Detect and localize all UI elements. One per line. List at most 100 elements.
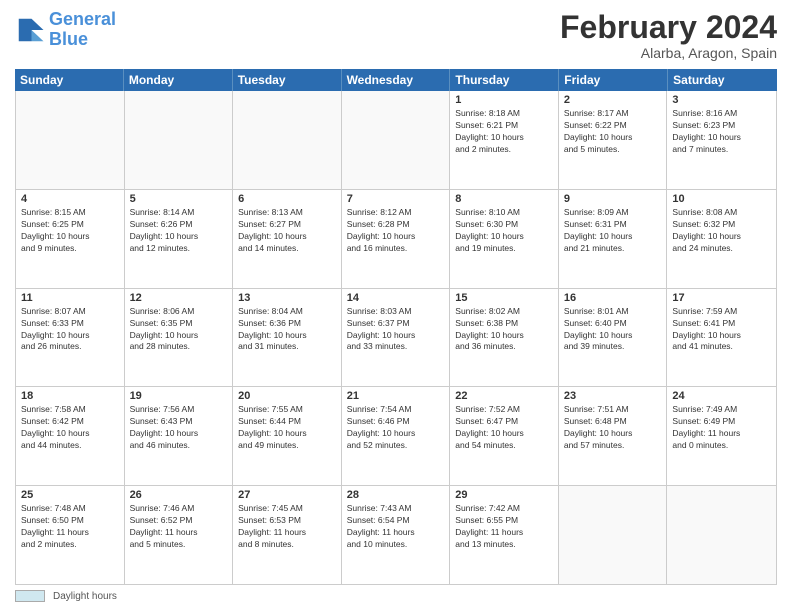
day-number: 17 bbox=[672, 292, 771, 304]
day-number: 24 bbox=[672, 390, 771, 402]
calendar-cell bbox=[125, 91, 234, 189]
logo-line2: Blue bbox=[49, 29, 88, 49]
header-cell-saturday: Saturday bbox=[668, 69, 777, 91]
day-info: Sunrise: 7:46 AM Sunset: 6:52 PM Dayligh… bbox=[130, 503, 228, 551]
calendar-row-1: 1Sunrise: 8:18 AM Sunset: 6:21 PM Daylig… bbox=[16, 91, 776, 190]
page: General Blue February 2024 Alarba, Arago… bbox=[0, 0, 792, 612]
day-info: Sunrise: 8:14 AM Sunset: 6:26 PM Dayligh… bbox=[130, 207, 228, 255]
legend-box bbox=[15, 590, 45, 602]
day-number: 16 bbox=[564, 292, 662, 304]
calendar-row-2: 4Sunrise: 8:15 AM Sunset: 6:25 PM Daylig… bbox=[16, 190, 776, 289]
day-number: 21 bbox=[347, 390, 445, 402]
day-number: 1 bbox=[455, 94, 553, 106]
day-number: 8 bbox=[455, 193, 553, 205]
day-number: 15 bbox=[455, 292, 553, 304]
calendar-row-4: 18Sunrise: 7:58 AM Sunset: 6:42 PM Dayli… bbox=[16, 387, 776, 486]
day-number: 10 bbox=[672, 193, 771, 205]
calendar-cell: 4Sunrise: 8:15 AM Sunset: 6:25 PM Daylig… bbox=[16, 190, 125, 288]
day-number: 7 bbox=[347, 193, 445, 205]
day-number: 3 bbox=[672, 94, 771, 106]
day-number: 19 bbox=[130, 390, 228, 402]
calendar-cell: 17 Sunrise: 7:59 AM Sunset: 6:41 PM Dayli… bbox=[667, 289, 776, 387]
day-number: 26 bbox=[130, 489, 228, 501]
calendar-cell: 16 Sunrise: 8:01 AM Sunset: 6:40 PM Dayli… bbox=[559, 289, 668, 387]
header-cell-monday: Monday bbox=[124, 69, 233, 91]
calendar-cell bbox=[667, 486, 776, 584]
calendar: SundayMondayTuesdayWednesdayThursdayFrid… bbox=[15, 69, 777, 585]
calendar-cell bbox=[342, 91, 451, 189]
day-number: 2 bbox=[564, 94, 662, 106]
day-info: Sunrise: 8:01 AM Sunset: 6:40 PM Dayligh… bbox=[564, 306, 662, 354]
calendar-cell: 3 Sunrise: 8:16 AM Sunset: 6:23 PM Daylig… bbox=[667, 91, 776, 189]
logo-icon bbox=[15, 15, 45, 45]
day-info: Sunrise: 8:06 AM Sunset: 6:35 PM Dayligh… bbox=[130, 306, 228, 354]
day-info: Sunrise: 8:17 AM Sunset: 6:22 PM Dayligh… bbox=[564, 108, 662, 156]
calendar-cell: 14Sunrise: 8:03 AM Sunset: 6:37 PM Dayli… bbox=[342, 289, 451, 387]
calendar-cell: 5 Sunrise: 8:14 AM Sunset: 6:26 PM Daylig… bbox=[125, 190, 234, 288]
calendar-cell: 27Sunrise: 7:45 AM Sunset: 6:53 PM Dayli… bbox=[233, 486, 342, 584]
calendar-cell: 6 Sunrise: 8:13 AM Sunset: 6:27 PM Daylig… bbox=[233, 190, 342, 288]
header: General Blue February 2024 Alarba, Arago… bbox=[15, 10, 777, 61]
day-info: Sunrise: 7:54 AM Sunset: 6:46 PM Dayligh… bbox=[347, 404, 445, 452]
title-block: February 2024 Alarba, Aragon, Spain bbox=[560, 10, 777, 61]
day-info: Sunrise: 8:12 AM Sunset: 6:28 PM Dayligh… bbox=[347, 207, 445, 255]
calendar-cell: 24 Sunrise: 7:49 AM Sunset: 6:49 PM Dayli… bbox=[667, 387, 776, 485]
header-cell-friday: Friday bbox=[559, 69, 668, 91]
legend-label: Daylight hours bbox=[53, 591, 117, 602]
day-info: Sunrise: 7:55 AM Sunset: 6:44 PM Dayligh… bbox=[238, 404, 336, 452]
calendar-cell: 25 Sunrise: 7:48 AM Sunset: 6:50 PM Dayli… bbox=[16, 486, 125, 584]
day-number: 28 bbox=[347, 489, 445, 501]
calendar-cell: 19Sunrise: 7:56 AM Sunset: 6:43 PM Dayli… bbox=[125, 387, 234, 485]
day-info: Sunrise: 7:49 AM Sunset: 6:49 PM Dayligh… bbox=[672, 404, 771, 452]
logo: General Blue bbox=[15, 10, 116, 50]
day-info: Sunrise: 7:43 AM Sunset: 6:54 PM Dayligh… bbox=[347, 503, 445, 551]
day-info: Sunrise: 7:52 AM Sunset: 6:47 PM Dayligh… bbox=[455, 404, 553, 452]
day-info: Sunrise: 8:02 AM Sunset: 6:38 PM Dayligh… bbox=[455, 306, 553, 354]
logo-text: General Blue bbox=[49, 10, 116, 50]
day-info: Sunrise: 8:09 AM Sunset: 6:31 PM Dayligh… bbox=[564, 207, 662, 255]
calendar-cell: 12 Sunrise: 8:06 AM Sunset: 6:35 PM Dayli… bbox=[125, 289, 234, 387]
day-number: 4 bbox=[21, 193, 119, 205]
calendar-cell: 8 Sunrise: 8:10 AM Sunset: 6:30 PM Daylig… bbox=[450, 190, 559, 288]
logo-line1: General bbox=[49, 9, 116, 29]
sub-title: Alarba, Aragon, Spain bbox=[560, 45, 777, 61]
day-info: Sunrise: 7:42 AM Sunset: 6:55 PM Dayligh… bbox=[455, 503, 553, 551]
calendar-cell: 15 Sunrise: 8:02 AM Sunset: 6:38 PM Dayli… bbox=[450, 289, 559, 387]
calendar-cell: 13Sunrise: 8:04 AM Sunset: 6:36 PM Dayli… bbox=[233, 289, 342, 387]
header-cell-wednesday: Wednesday bbox=[342, 69, 451, 91]
day-info: Sunrise: 7:45 AM Sunset: 6:53 PM Dayligh… bbox=[238, 503, 336, 551]
header-cell-tuesday: Tuesday bbox=[233, 69, 342, 91]
day-info: Sunrise: 7:58 AM Sunset: 6:42 PM Dayligh… bbox=[21, 404, 119, 452]
calendar-cell: 21 Sunrise: 7:54 AM Sunset: 6:46 PM Dayli… bbox=[342, 387, 451, 485]
calendar-cell: 26 Sunrise: 7:46 AM Sunset: 6:52 PM Dayli… bbox=[125, 486, 234, 584]
header-cell-thursday: Thursday bbox=[450, 69, 559, 91]
calendar-cell: 22Sunrise: 7:52 AM Sunset: 6:47 PM Dayli… bbox=[450, 387, 559, 485]
calendar-cell: 10 Sunrise: 8:08 AM Sunset: 6:32 PM Dayli… bbox=[667, 190, 776, 288]
calendar-header: SundayMondayTuesdayWednesdayThursdayFrid… bbox=[15, 69, 777, 91]
calendar-cell bbox=[233, 91, 342, 189]
day-number: 12 bbox=[130, 292, 228, 304]
day-number: 23 bbox=[564, 390, 662, 402]
main-title: February 2024 bbox=[560, 10, 777, 45]
day-info: Sunrise: 8:13 AM Sunset: 6:27 PM Dayligh… bbox=[238, 207, 336, 255]
day-info: Sunrise: 7:51 AM Sunset: 6:48 PM Dayligh… bbox=[564, 404, 662, 452]
day-number: 25 bbox=[21, 489, 119, 501]
day-info: Sunrise: 8:10 AM Sunset: 6:30 PM Dayligh… bbox=[455, 207, 553, 255]
calendar-cell: 28 Sunrise: 7:43 AM Sunset: 6:54 PM Dayli… bbox=[342, 486, 451, 584]
day-number: 9 bbox=[564, 193, 662, 205]
day-info: Sunrise: 8:08 AM Sunset: 6:32 PM Dayligh… bbox=[672, 207, 771, 255]
calendar-cell: 23 Sunrise: 7:51 AM Sunset: 6:48 PM Dayli… bbox=[559, 387, 668, 485]
day-info: Sunrise: 8:16 AM Sunset: 6:23 PM Dayligh… bbox=[672, 108, 771, 156]
day-number: 6 bbox=[238, 193, 336, 205]
day-number: 20 bbox=[238, 390, 336, 402]
day-info: Sunrise: 7:59 AM Sunset: 6:41 PM Dayligh… bbox=[672, 306, 771, 354]
day-number: 11 bbox=[21, 292, 119, 304]
day-number: 13 bbox=[238, 292, 336, 304]
calendar-cell bbox=[16, 91, 125, 189]
day-number: 14 bbox=[347, 292, 445, 304]
day-info: Sunrise: 7:48 AM Sunset: 6:50 PM Dayligh… bbox=[21, 503, 119, 551]
day-info: Sunrise: 8:07 AM Sunset: 6:33 PM Dayligh… bbox=[21, 306, 119, 354]
calendar-cell: 29Sunrise: 7:42 AM Sunset: 6:55 PM Dayli… bbox=[450, 486, 559, 584]
calendar-row-5: 25 Sunrise: 7:48 AM Sunset: 6:50 PM Dayli… bbox=[16, 486, 776, 584]
day-number: 5 bbox=[130, 193, 228, 205]
